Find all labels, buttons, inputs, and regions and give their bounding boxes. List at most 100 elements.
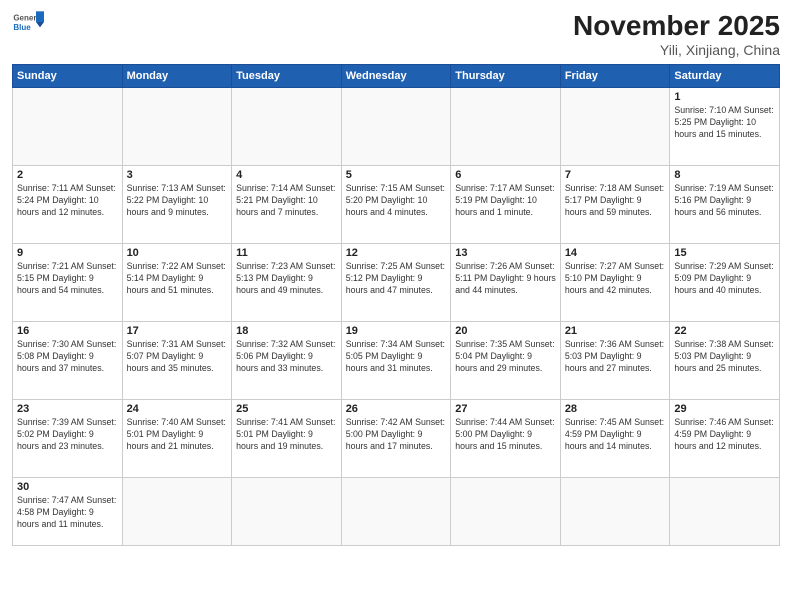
day-info: Sunrise: 7:44 AM Sunset: 5:00 PM Dayligh… xyxy=(455,417,556,453)
day-info: Sunrise: 7:29 AM Sunset: 5:09 PM Dayligh… xyxy=(674,261,775,297)
table-row xyxy=(122,88,232,166)
day-number: 27 xyxy=(455,403,556,415)
day-info: Sunrise: 7:26 AM Sunset: 5:11 PM Dayligh… xyxy=(455,261,556,297)
table-row: 2 Sunrise: 7:11 AM Sunset: 5:24 PM Daylig… xyxy=(13,166,123,244)
table-row: 12 Sunrise: 7:25 AM Sunset: 5:12 PM Dayli… xyxy=(341,244,451,322)
day-number: 1 xyxy=(674,91,775,103)
day-number: 14 xyxy=(565,247,666,259)
day-info: Sunrise: 7:11 AM Sunset: 5:24 PM Dayligh… xyxy=(17,183,118,219)
table-row xyxy=(560,88,670,166)
day-number: 26 xyxy=(346,403,447,415)
col-thursday: Thursday xyxy=(451,65,561,88)
day-info: Sunrise: 7:46 AM Sunset: 4:59 PM Dayligh… xyxy=(674,417,775,453)
day-number: 6 xyxy=(455,169,556,181)
table-row: 25Sunrise: 7:41 AM Sunset: 5:01 PM Dayli… xyxy=(232,400,342,478)
table-row: 20 Sunrise: 7:35 AM Sunset: 5:04 PM Dayli… xyxy=(451,322,561,400)
table-row: 4 Sunrise: 7:14 AM Sunset: 5:21 PM Daylig… xyxy=(232,166,342,244)
table-row: 7 Sunrise: 7:18 AM Sunset: 5:17 PM Daylig… xyxy=(560,166,670,244)
day-number: 30 xyxy=(17,481,118,493)
day-info: Sunrise: 7:39 AM Sunset: 5:02 PM Dayligh… xyxy=(17,417,118,453)
location: Yili, Xinjiang, China xyxy=(573,42,780,58)
logo: General Blue xyxy=(12,10,44,38)
month-title: November 2025 xyxy=(573,10,780,42)
day-number: 18 xyxy=(236,325,337,337)
day-info: Sunrise: 7:10 AM Sunset: 5:25 PM Dayligh… xyxy=(674,105,775,141)
col-sunday: Sunday xyxy=(13,65,123,88)
table-row: 5 Sunrise: 7:15 AM Sunset: 5:20 PM Daylig… xyxy=(341,166,451,244)
table-row xyxy=(122,478,232,546)
day-info: Sunrise: 7:32 AM Sunset: 5:06 PM Dayligh… xyxy=(236,339,337,375)
day-number: 5 xyxy=(346,169,447,181)
day-info: Sunrise: 7:30 AM Sunset: 5:08 PM Dayligh… xyxy=(17,339,118,375)
day-number: 29 xyxy=(674,403,775,415)
calendar-table: Sunday Monday Tuesday Wednesday Thursday… xyxy=(12,64,780,546)
table-row xyxy=(232,88,342,166)
table-row: 3 Sunrise: 7:13 AM Sunset: 5:22 PM Daylig… xyxy=(122,166,232,244)
day-number: 17 xyxy=(127,325,228,337)
table-row: 29 Sunrise: 7:46 AM Sunset: 4:59 PM Dayli… xyxy=(670,400,780,478)
day-info: Sunrise: 7:17 AM Sunset: 5:19 PM Dayligh… xyxy=(455,183,556,219)
day-number: 10 xyxy=(127,247,228,259)
day-info: Sunrise: 7:38 AM Sunset: 5:03 PM Dayligh… xyxy=(674,339,775,375)
day-number: 19 xyxy=(346,325,447,337)
table-row: 17 Sunrise: 7:31 AM Sunset: 5:07 PM Dayli… xyxy=(122,322,232,400)
day-number: 11 xyxy=(236,247,337,259)
col-wednesday: Wednesday xyxy=(341,65,451,88)
day-number: 15 xyxy=(674,247,775,259)
day-number: 21 xyxy=(565,325,666,337)
title-block: November 2025 Yili, Xinjiang, China xyxy=(573,10,780,58)
col-monday: Monday xyxy=(122,65,232,88)
day-info: Sunrise: 7:23 AM Sunset: 5:13 PM Dayligh… xyxy=(236,261,337,297)
day-number: 9 xyxy=(17,247,118,259)
table-row: 27 Sunrise: 7:44 AM Sunset: 5:00 PM Dayli… xyxy=(451,400,561,478)
table-row xyxy=(341,88,451,166)
day-info: Sunrise: 7:31 AM Sunset: 5:07 PM Dayligh… xyxy=(127,339,228,375)
table-row xyxy=(341,478,451,546)
day-info: Sunrise: 7:42 AM Sunset: 5:00 PM Dayligh… xyxy=(346,417,447,453)
day-info: Sunrise: 7:40 AM Sunset: 5:01 PM Dayligh… xyxy=(127,417,228,453)
day-info: Sunrise: 7:21 AM Sunset: 5:15 PM Dayligh… xyxy=(17,261,118,297)
table-row: 15 Sunrise: 7:29 AM Sunset: 5:09 PM Dayli… xyxy=(670,244,780,322)
day-number: 20 xyxy=(455,325,556,337)
table-row: 13Sunrise: 7:26 AM Sunset: 5:11 PM Dayli… xyxy=(451,244,561,322)
day-number: 25 xyxy=(236,403,337,415)
table-row: 14 Sunrise: 7:27 AM Sunset: 5:10 PM Dayli… xyxy=(560,244,670,322)
table-row: 19 Sunrise: 7:34 AM Sunset: 5:05 PM Dayli… xyxy=(341,322,451,400)
day-info: Sunrise: 7:14 AM Sunset: 5:21 PM Dayligh… xyxy=(236,183,337,219)
calendar-header-row: Sunday Monday Tuesday Wednesday Thursday… xyxy=(13,65,780,88)
day-info: Sunrise: 7:13 AM Sunset: 5:22 PM Dayligh… xyxy=(127,183,228,219)
table-row xyxy=(560,478,670,546)
header: General Blue November 2025 Yili, Xinjian… xyxy=(12,10,780,58)
col-tuesday: Tuesday xyxy=(232,65,342,88)
day-info: Sunrise: 7:25 AM Sunset: 5:12 PM Dayligh… xyxy=(346,261,447,297)
day-info: Sunrise: 7:35 AM Sunset: 5:04 PM Dayligh… xyxy=(455,339,556,375)
day-number: 8 xyxy=(674,169,775,181)
day-number: 24 xyxy=(127,403,228,415)
day-number: 3 xyxy=(127,169,228,181)
day-info: Sunrise: 7:36 AM Sunset: 5:03 PM Dayligh… xyxy=(565,339,666,375)
table-row xyxy=(232,478,342,546)
day-info: Sunrise: 7:34 AM Sunset: 5:05 PM Dayligh… xyxy=(346,339,447,375)
day-number: 12 xyxy=(346,247,447,259)
day-number: 2 xyxy=(17,169,118,181)
day-number: 28 xyxy=(565,403,666,415)
table-row: 30 Sunrise: 7:47 AM Sunset: 4:58 PM Dayli… xyxy=(13,478,123,546)
table-row: 11 Sunrise: 7:23 AM Sunset: 5:13 PM Dayli… xyxy=(232,244,342,322)
day-number: 4 xyxy=(236,169,337,181)
day-info: Sunrise: 7:19 AM Sunset: 5:16 PM Dayligh… xyxy=(674,183,775,219)
day-info: Sunrise: 7:27 AM Sunset: 5:10 PM Dayligh… xyxy=(565,261,666,297)
page: General Blue November 2025 Yili, Xinjian… xyxy=(0,0,792,612)
day-info: Sunrise: 7:15 AM Sunset: 5:20 PM Dayligh… xyxy=(346,183,447,219)
svg-text:Blue: Blue xyxy=(13,23,31,32)
table-row xyxy=(13,88,123,166)
table-row: 10Sunrise: 7:22 AM Sunset: 5:14 PM Dayli… xyxy=(122,244,232,322)
day-info: Sunrise: 7:47 AM Sunset: 4:58 PM Dayligh… xyxy=(17,495,118,531)
table-row: 9 Sunrise: 7:21 AM Sunset: 5:15 PM Daylig… xyxy=(13,244,123,322)
day-number: 7 xyxy=(565,169,666,181)
col-saturday: Saturday xyxy=(670,65,780,88)
day-number: 16 xyxy=(17,325,118,337)
day-info: Sunrise: 7:18 AM Sunset: 5:17 PM Dayligh… xyxy=(565,183,666,219)
table-row xyxy=(451,478,561,546)
table-row: 21 Sunrise: 7:36 AM Sunset: 5:03 PM Dayli… xyxy=(560,322,670,400)
generalblue-logo-icon: General Blue xyxy=(12,10,44,38)
